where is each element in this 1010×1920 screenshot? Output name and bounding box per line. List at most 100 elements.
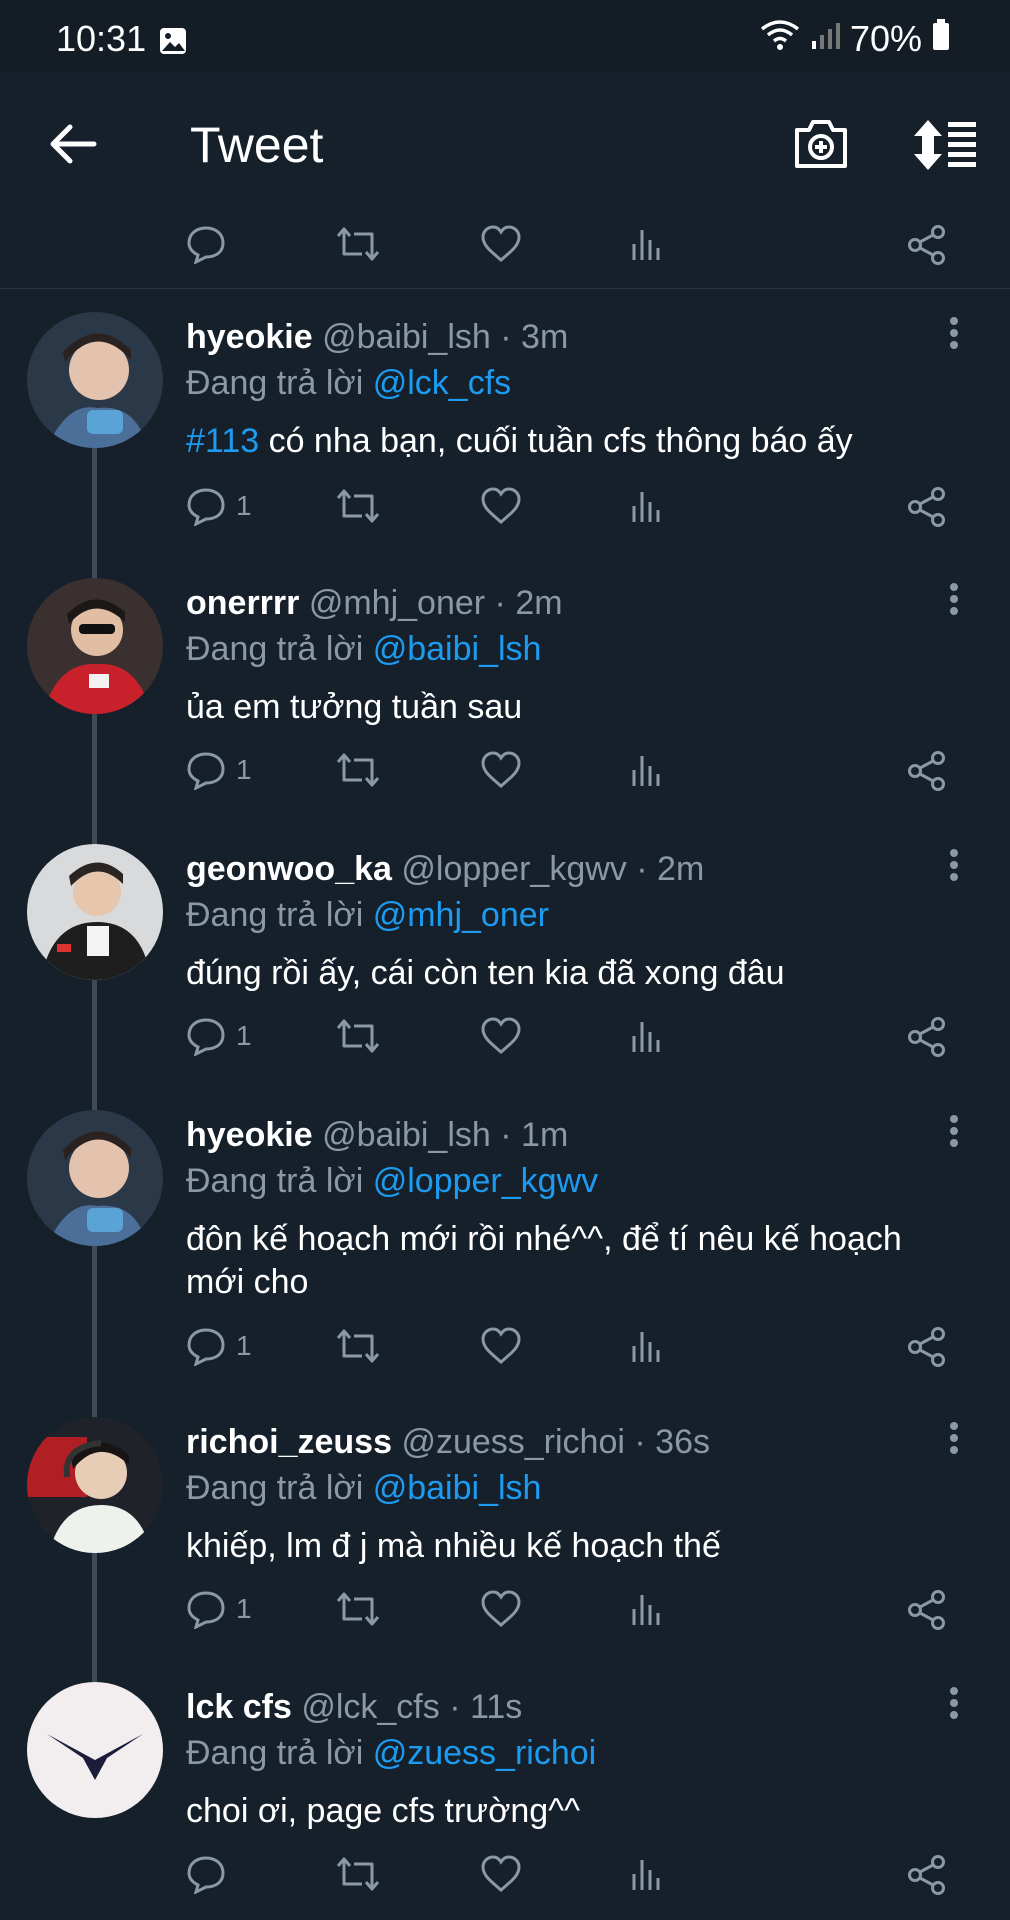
display-name[interactable]: lck cfs [186, 1688, 292, 1726]
reply-count: 1 [236, 754, 252, 785]
more-options-icon[interactable] [948, 1421, 960, 1460]
reply-tweet[interactable]: geonwoo_ka @lopper_kgwv · 2m Đang trả lờ… [0, 844, 1010, 1084]
views-button[interactable] [626, 1589, 666, 1629]
share-button[interactable] [906, 1854, 948, 1896]
reply-icon [186, 1326, 226, 1366]
retweet-icon [336, 224, 380, 264]
replying-to-label: Đang trả lời [186, 1734, 364, 1772]
mention-link[interactable]: @mhj_oner [373, 896, 549, 934]
page-title: Tweet [190, 117, 324, 173]
replying-to: Đang trả lời @zuess_richoi [186, 1734, 596, 1773]
reply-button[interactable]: 1 [186, 486, 252, 526]
reply-count: 1 [236, 1020, 252, 1051]
hashtag-link[interactable]: #113 [186, 422, 259, 460]
more-options-icon[interactable] [948, 848, 960, 887]
reply-tweet[interactable]: onerrrr @mhj_oner · 2m Đang trả lời @bai… [0, 578, 1010, 818]
display-name[interactable]: hyeokie [186, 1116, 313, 1154]
reply-button[interactable]: 1 [186, 750, 252, 790]
back-arrow-icon[interactable] [48, 122, 98, 171]
retweet-button[interactable] [336, 1854, 380, 1894]
like-button[interactable] [480, 486, 522, 526]
views-button[interactable] [626, 1016, 666, 1056]
user-handle: @lopper_kgwv [401, 850, 627, 888]
analytics-icon [626, 1326, 666, 1366]
user-handle: @baibi_lsh [322, 1116, 491, 1154]
reply-button[interactable]: 1 [186, 1589, 252, 1629]
views-button[interactable] [626, 486, 666, 526]
reply-button[interactable]: 1 [186, 1326, 252, 1366]
reply-tweet[interactable]: hyeokie @baibi_lsh · 1m Đang trả lời @lo… [0, 1110, 1010, 1400]
replying-to: Đang trả lời @baibi_lsh [186, 1469, 541, 1508]
views-button[interactable] [626, 1326, 666, 1366]
reply-count: 1 [236, 1593, 252, 1624]
reply-button[interactable] [186, 1854, 226, 1894]
display-name[interactable]: onerrrr [186, 584, 299, 622]
reply-tweet[interactable]: richoi_zeuss @zuess_richoi · 36s Đang tr… [0, 1417, 1010, 1657]
reply-tweet[interactable]: hyeokie @baibi_lsh · 3m Đang trả lời @lc… [0, 312, 1010, 552]
tweet-header: onerrrr @mhj_oner · 2m [186, 584, 563, 622]
mention-link[interactable]: @lopper_kgwv [373, 1162, 598, 1200]
share-button[interactable] [906, 1589, 948, 1631]
sort-replies-icon[interactable] [912, 118, 978, 177]
display-name[interactable]: geonwoo_ka [186, 850, 392, 888]
display-name[interactable]: richoi_zeuss [186, 1423, 392, 1461]
retweet-icon [336, 1854, 380, 1894]
avatar[interactable] [27, 578, 163, 714]
retweet-button[interactable] [336, 1326, 380, 1366]
like-button[interactable] [480, 1589, 522, 1629]
mention-link[interactable]: @baibi_lsh [373, 630, 542, 668]
share-button[interactable] [906, 750, 948, 792]
tweet-header: lck cfs @lck_cfs · 11s [186, 1688, 523, 1726]
heart-icon [480, 1589, 522, 1629]
retweet-button[interactable] [336, 486, 380, 526]
more-options-icon[interactable] [948, 582, 960, 621]
mention-link[interactable]: @zuess_richoi [373, 1734, 597, 1772]
retweet-button[interactable] [336, 1589, 380, 1629]
retweet-icon [336, 750, 380, 790]
reply-tweet[interactable]: lck cfs @lck_cfs · 11s Đang trả lời @zue… [0, 1682, 1010, 1920]
replying-to-label: Đang trả lời [186, 630, 364, 668]
reply-icon [186, 1589, 226, 1629]
views-button[interactable] [626, 750, 666, 790]
avatar[interactable] [27, 1417, 163, 1553]
mention-link[interactable]: @baibi_lsh [373, 1469, 542, 1507]
share-button[interactable] [906, 224, 948, 266]
more-options-icon[interactable] [948, 1686, 960, 1725]
tweet-text: đúng rồi ấy, cái còn ten kia đã xong đâu [186, 954, 785, 992]
display-name[interactable]: hyeokie [186, 318, 313, 356]
replying-to: Đang trả lời @mhj_oner [186, 896, 549, 935]
reply-button[interactable] [186, 224, 226, 264]
heart-icon [480, 1326, 522, 1366]
share-icon [906, 1016, 948, 1058]
retweet-button[interactable] [336, 750, 380, 790]
share-button[interactable] [906, 1016, 948, 1058]
like-button[interactable] [480, 1854, 522, 1894]
retweet-button[interactable] [336, 1016, 380, 1056]
views-button[interactable] [626, 224, 666, 264]
mention-link[interactable]: @lck_cfs [373, 364, 511, 402]
avatar[interactable] [27, 844, 163, 980]
views-button[interactable] [626, 1854, 666, 1894]
reply-icon [186, 1016, 226, 1056]
share-button[interactable] [906, 1326, 948, 1368]
more-options-icon[interactable] [948, 1114, 960, 1153]
like-button[interactable] [480, 750, 522, 790]
share-button[interactable] [906, 486, 948, 528]
camera-add-icon[interactable] [792, 116, 850, 175]
avatar[interactable] [27, 1682, 163, 1818]
share-icon [906, 1854, 948, 1896]
share-icon [906, 486, 948, 528]
replying-to-label: Đang trả lời [186, 1469, 364, 1507]
reply-icon [186, 750, 226, 790]
like-button[interactable] [480, 224, 522, 264]
user-handle: @zuess_richoi [401, 1423, 625, 1461]
timestamp: 11s [469, 1688, 523, 1726]
like-button[interactable] [480, 1326, 522, 1366]
avatar[interactable] [27, 1110, 163, 1246]
like-button[interactable] [480, 1016, 522, 1056]
tweet-header: geonwoo_ka @lopper_kgwv · 2m [186, 850, 705, 888]
retweet-button[interactable] [336, 224, 380, 264]
more-options-icon[interactable] [948, 316, 960, 355]
reply-button[interactable]: 1 [186, 1016, 252, 1056]
avatar[interactable] [27, 312, 163, 448]
